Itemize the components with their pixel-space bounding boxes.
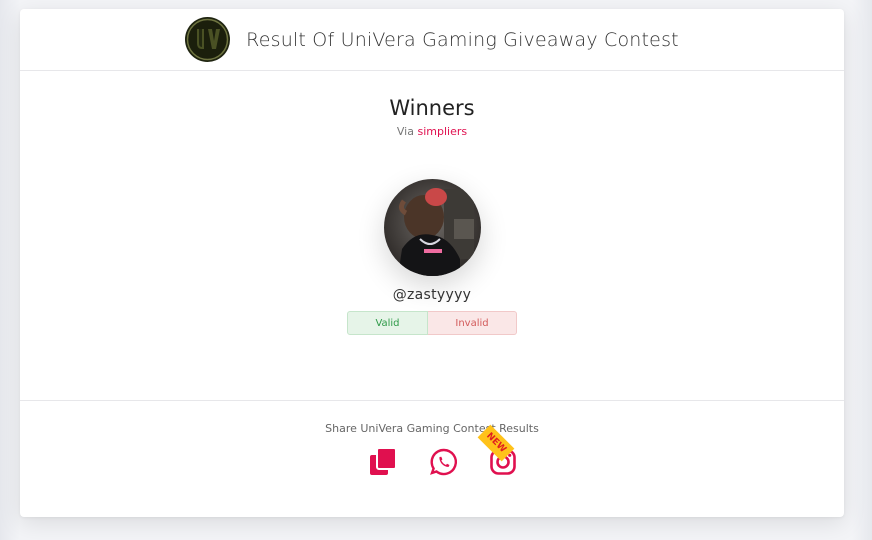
results-card: Result Of UniVera Gaming Giveaway Contes…	[20, 9, 844, 517]
card-header: Result Of UniVera Gaming Giveaway Contes…	[20, 9, 844, 71]
univera-logo	[185, 17, 231, 62]
via-prefix: Via	[396, 125, 414, 138]
winner-avatar-photo	[383, 179, 481, 276]
copy-icon[interactable]	[368, 447, 398, 477]
whatsapp-icon[interactable]	[429, 447, 459, 477]
via-line: Via simpliers	[20, 125, 844, 138]
share-footer: Share UniVera Gaming Contest Results NEW	[20, 400, 844, 483]
share-text: Share UniVera Gaming Contest Results	[325, 422, 539, 435]
page-background: Result Of UniVera Gaming Giveaway Contes…	[0, 0, 872, 540]
winner-avatar	[383, 179, 481, 276]
winners-heading: Winners	[389, 96, 475, 120]
winner-username: @zastyyyy	[392, 287, 472, 303]
share-icons: NEW	[352, 424, 516, 483]
simpliers-link[interactable]: simpliers	[417, 125, 467, 138]
invalid-button[interactable]: Invalid	[428, 311, 517, 335]
page-title: Result Of UniVera Gaming Giveaway Contes…	[246, 28, 679, 51]
univera-logo-mark	[186, 18, 229, 61]
validity-toggle: Valid Invalid	[20, 311, 844, 335]
valid-button[interactable]: Valid	[347, 311, 428, 335]
